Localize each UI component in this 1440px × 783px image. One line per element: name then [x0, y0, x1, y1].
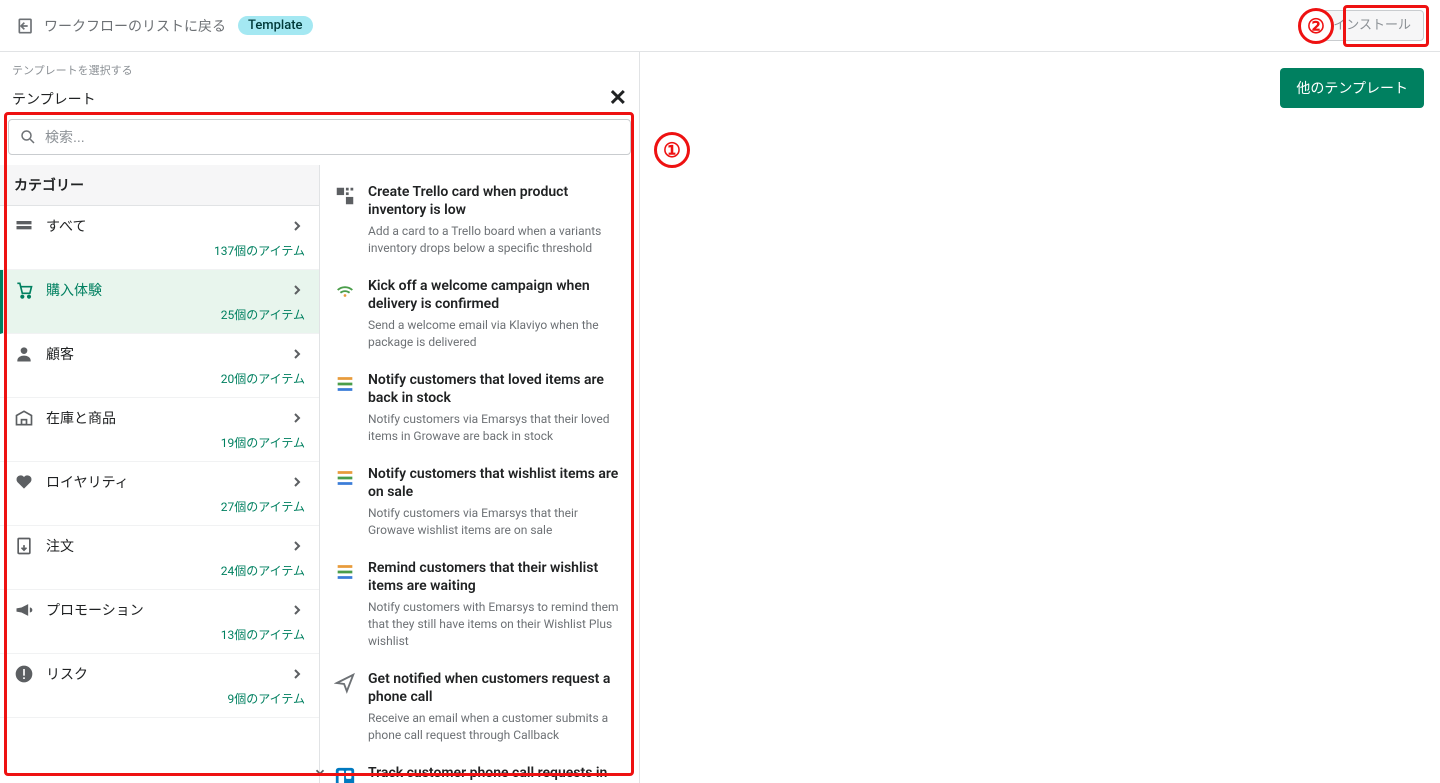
templates-list: Create Trello card when product inventor…: [320, 165, 639, 783]
category-buying-experience[interactable]: 購入体験 25個のアイテム: [0, 270, 319, 334]
template-item[interactable]: Kick off a welcome campaign when deliver…: [320, 267, 639, 361]
chevron-right-icon: [289, 666, 305, 682]
template-title: Get notified when customers request a ph…: [368, 670, 625, 706]
categories-header: カテゴリー: [0, 165, 319, 206]
category-promotions[interactable]: プロモーション 13個のアイテム: [0, 590, 319, 654]
template-desc: Add a card to a Trello board when a vari…: [368, 223, 625, 257]
category-label: 在庫と商品: [46, 408, 277, 428]
chevron-down-icon: [311, 765, 329, 779]
stripes-icon: [334, 467, 356, 489]
search-area: [0, 119, 639, 155]
category-count: 19個のアイテム: [14, 434, 305, 451]
template-desc: Notify customers with Emarsys to remind …: [368, 599, 625, 649]
category-risk[interactable]: リスク 9個のアイテム: [0, 654, 319, 718]
category-label: ロイヤリティ: [46, 472, 277, 492]
chevron-right-icon: [289, 538, 305, 554]
category-loyalty[interactable]: ロイヤリティ 27個のアイテム: [0, 462, 319, 526]
category-count: 25個のアイテム: [14, 306, 305, 323]
template-title: Notify customers that loved items are ba…: [368, 371, 625, 407]
chevron-right-icon: [289, 602, 305, 618]
content-area: テンプレートを選択する テンプレート ✕ カテゴリー すべて: [0, 52, 1440, 783]
install-button[interactable]: インストール: [1320, 10, 1424, 41]
right-side: 他のテンプレート: [640, 52, 1440, 783]
template-item[interactable]: Get notified when customers request a ph…: [320, 660, 639, 754]
person-icon: [14, 344, 34, 364]
category-count: 27個のアイテム: [14, 498, 305, 515]
back-icon: [16, 16, 36, 36]
back-label: ワークフローのリストに戻る: [44, 16, 226, 36]
paper-plane-icon: [334, 672, 356, 694]
chevron-right-icon: [289, 346, 305, 362]
stripes-icon: [334, 561, 356, 583]
template-desc: Notify customers via Emarsys that their …: [368, 505, 625, 539]
template-title: Notify customers that wishlist items are…: [368, 465, 625, 501]
alert-icon: [14, 664, 34, 684]
template-title: Remind customers that their wishlist ite…: [368, 559, 625, 595]
categories-list: カテゴリー すべて 137個のアイテム 購入体験 25個のアイ: [0, 165, 320, 783]
category-count: 13個のアイテム: [14, 626, 305, 643]
template-item[interactable]: Notify customers that loved items are ba…: [320, 361, 639, 455]
stack-icon: [14, 216, 34, 236]
template-panel: テンプレートを選択する テンプレート ✕ カテゴリー すべて: [0, 52, 640, 783]
topbar-left: ワークフローのリストに戻る Template: [16, 16, 313, 36]
panel-body: カテゴリー すべて 137個のアイテム 購入体験 25個のアイ: [0, 165, 639, 783]
template-item[interactable]: Notify customers that wishlist items are…: [320, 455, 639, 549]
category-label: リスク: [46, 664, 277, 684]
back-to-workflows-link[interactable]: ワークフローのリストに戻る: [16, 16, 226, 36]
chevron-right-icon: [289, 218, 305, 234]
template-title: Create Trello card when product inventor…: [368, 183, 625, 219]
panel-subtitle: テンプレートを選択する: [12, 62, 627, 78]
orders-icon: [14, 536, 34, 556]
category-all[interactable]: すべて 137個のアイテム: [0, 206, 319, 270]
category-label: 顧客: [46, 344, 277, 364]
chevron-right-icon: [289, 410, 305, 426]
cart-icon: [14, 280, 34, 300]
template-item[interactable]: Remind customers that their wishlist ite…: [320, 549, 639, 660]
other-templates-button[interactable]: 他のテンプレート: [1280, 68, 1424, 108]
category-inventory[interactable]: 在庫と商品 19個のアイテム: [0, 398, 319, 462]
stripes-icon: [334, 373, 356, 395]
template-item[interactable]: Track customer phone call requests in Tr…: [320, 754, 639, 783]
panel-header: テンプレートを選択する: [0, 52, 639, 82]
category-label: プロモーション: [46, 600, 277, 620]
topbar: ワークフローのリストに戻る Template インストール: [0, 0, 1440, 52]
annotation-number-2: ②: [1298, 8, 1334, 44]
category-label: 注文: [46, 536, 277, 556]
template-item[interactable]: Create Trello card when product inventor…: [320, 173, 639, 267]
category-orders[interactable]: 注文 24個のアイテム: [0, 526, 319, 590]
chevron-right-icon: [289, 282, 305, 298]
template-title: Kick off a welcome campaign when deliver…: [368, 277, 625, 313]
panel-title: テンプレート: [12, 89, 96, 109]
category-count: 24個のアイテム: [14, 562, 305, 579]
annotation-number-1: ①: [654, 132, 690, 168]
search-box[interactable]: [8, 119, 631, 155]
widget-icon: [334, 185, 356, 207]
category-label: 購入体験: [46, 280, 277, 300]
template-desc: Send a welcome email via Klaviyo when th…: [368, 317, 625, 351]
category-customers[interactable]: 顧客 20個のアイテム: [0, 334, 319, 398]
inventory-icon: [14, 408, 34, 428]
template-title: Track customer phone call requests in Tr…: [368, 764, 625, 783]
category-count: 9個のアイテム: [14, 690, 305, 707]
template-badge: Template: [238, 16, 313, 35]
heart-icon: [14, 472, 34, 492]
chevron-right-icon: [289, 474, 305, 490]
megaphone-icon: [14, 600, 34, 620]
search-icon: [19, 128, 37, 146]
template-desc: Receive an email when a customer submits…: [368, 710, 625, 744]
template-desc: Notify customers via Emarsys that their …: [368, 411, 625, 445]
wifi-icon: [334, 279, 356, 301]
panel-title-row: テンプレート ✕: [0, 82, 639, 119]
search-input[interactable]: [45, 129, 620, 145]
category-count: 20個のアイテム: [14, 370, 305, 387]
close-icon[interactable]: ✕: [609, 86, 627, 111]
trello-icon: [334, 766, 356, 783]
category-count: 137個のアイテム: [14, 242, 305, 259]
category-label: すべて: [46, 216, 277, 236]
